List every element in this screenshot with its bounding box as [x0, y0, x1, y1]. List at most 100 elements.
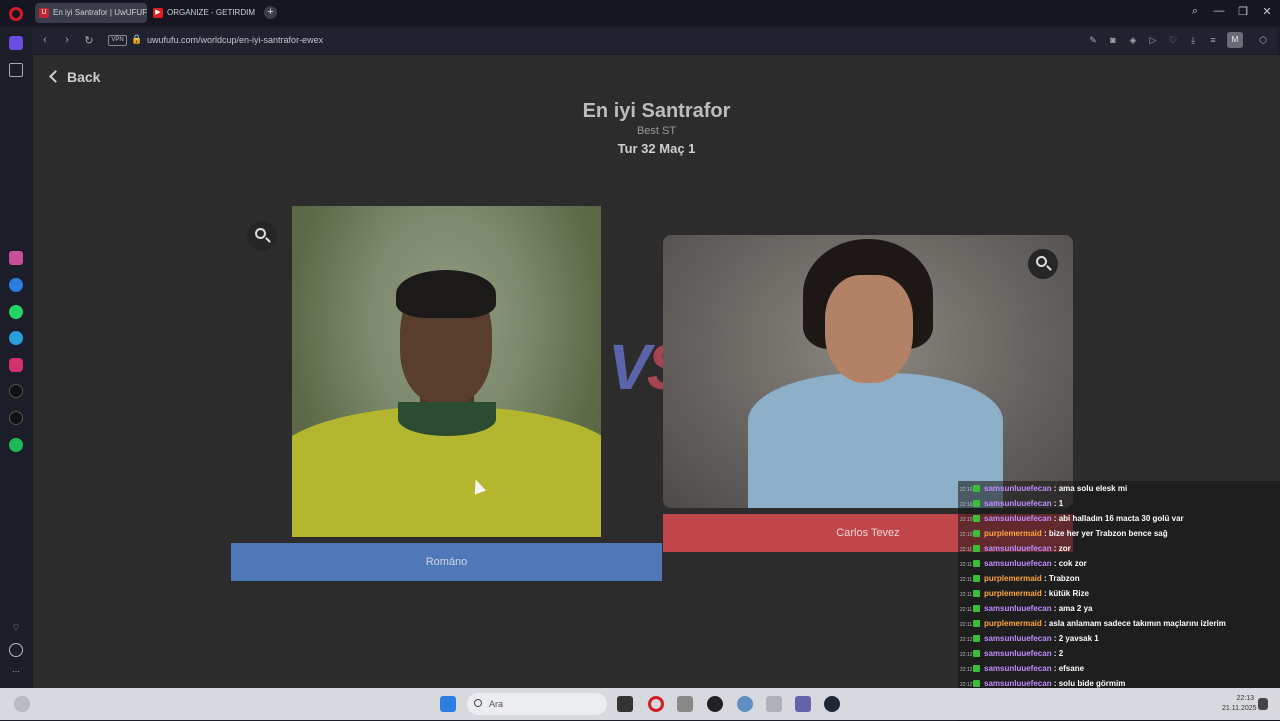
tiktok-icon[interactable]	[9, 384, 23, 398]
chat-message-body: solu bide görmim	[1058, 679, 1126, 688]
chat-message: 22:12 samsunluuefecan : 2 yavsak 1	[958, 631, 1280, 646]
chat-username: purplemermaid	[984, 589, 1042, 598]
windows-taskbar: Ara 22:13 21.11.2025	[0, 688, 1280, 720]
uwufufu-favicon-icon: U	[39, 8, 49, 18]
chat-timestamp: 22:10	[960, 517, 973, 523]
left-candidate-photo[interactable]	[292, 206, 601, 537]
steam-icon[interactable]	[824, 696, 840, 712]
teams-icon[interactable]	[795, 696, 811, 712]
opera-taskbar-icon[interactable]	[648, 696, 664, 712]
system-clock[interactable]: 22:13 21.11.2025	[1222, 694, 1257, 714]
chat-text: : asla anlamam sadece takımın maçlarını …	[1041, 619, 1226, 628]
chat-message: 22:11 purplemermaid : Trabzon	[958, 571, 1280, 586]
telegram-icon[interactable]	[9, 331, 23, 345]
chat-badge-icon	[973, 500, 980, 507]
tab-en-iyi-santrafor[interactable]: U En iyi Santrafor | UwUFUFU	[35, 3, 147, 23]
tab-label: En iyi Santrafor | UwUFUFU	[53, 8, 147, 17]
folder-icon[interactable]	[766, 696, 782, 712]
spotify-icon[interactable]	[9, 438, 23, 452]
chat-badge-icon	[973, 620, 980, 627]
chat-timestamp: 22:11	[960, 622, 973, 628]
chat-timestamp: 22:11	[960, 547, 973, 553]
zoom-ring	[255, 228, 266, 239]
weather-icon[interactable]	[14, 696, 30, 712]
url-field[interactable]: uwufufu.com/worldcup/en-iyi-santrafor-ew…	[147, 35, 323, 45]
chat-timestamp: 22:10	[960, 487, 973, 493]
notification-icon[interactable]	[1258, 698, 1268, 710]
chat-badge-icon	[973, 560, 980, 567]
opera-logo-icon[interactable]	[9, 7, 23, 21]
new-tab-button[interactable]: +	[264, 6, 277, 19]
windows-start-icon[interactable]	[440, 696, 456, 712]
photo-hair	[396, 270, 496, 318]
chat-message: 22:11 purplemermaid : asla anlamam sadece…	[958, 616, 1280, 631]
stream-chat-overlay: 22:10 samsunluuefecan : ama solu elesk mi…	[958, 481, 1280, 721]
forward-nav-icon[interactable]: ›	[60, 34, 74, 46]
chat-timestamp: 22:11	[960, 577, 973, 583]
chat-message-body: 1	[1058, 499, 1064, 508]
clock-time: 22:13	[1236, 695, 1254, 702]
photo-collar	[398, 402, 496, 436]
reload-icon[interactable]: ↻	[82, 34, 96, 47]
round-indicator: Tur 32 Maç 1	[617, 141, 696, 156]
more-icon[interactable]: ⋯	[9, 665, 23, 679]
profile-avatar[interactable]: M	[1227, 32, 1243, 48]
photo-face	[825, 275, 913, 383]
chat-message-body: cok zor	[1058, 559, 1087, 568]
back-button[interactable]: Back	[49, 69, 100, 85]
chat-text: : solu bide görmim	[1051, 679, 1126, 688]
chat-message: 22:10 samsunluuefecan : 1	[958, 496, 1280, 511]
chat-badge-icon	[973, 680, 980, 687]
chat-text: : kütük Rize	[1041, 589, 1089, 598]
chat-username: samsunluuefecan	[984, 514, 1052, 523]
browser-tab-bar: U En iyi Santrafor | UwUFUFU ▶ ORGANIZE …	[0, 0, 1280, 26]
back-nav-icon[interactable]: ‹	[38, 34, 52, 46]
edit-icon[interactable]: ✎	[1087, 35, 1099, 46]
chat-message: 22:11 samsunluuefecan : zor	[958, 541, 1280, 556]
search-tabs-icon[interactable]: ⌕	[1187, 5, 1203, 18]
history-icon[interactable]	[9, 643, 23, 657]
heart-icon[interactable]: ♡	[1167, 35, 1179, 46]
speed-dial-icon[interactable]	[9, 63, 23, 77]
aria-icon[interactable]	[9, 251, 23, 265]
left-zoom-icon[interactable]	[247, 221, 277, 251]
minimize-icon[interactable]: —	[1211, 5, 1227, 17]
vpn-badge[interactable]: VPN	[108, 35, 127, 46]
shield-icon[interactable]: ◈	[1127, 35, 1139, 46]
chat-message: 22:10 purplemermaid : bize her yer Trabzo…	[958, 526, 1280, 541]
taskbar-search[interactable]: Ara	[467, 693, 607, 715]
tab-organize[interactable]: ▶ ORGANIZE - GETIRDIM	[149, 3, 257, 23]
chat-text: : ama 2 ya	[1051, 604, 1093, 613]
chat-text: : abi halladın 16 macta 30 golü var	[1051, 514, 1184, 523]
right-zoom-icon[interactable]	[1028, 249, 1058, 279]
chat-message-body: ama 2 ya	[1058, 604, 1093, 613]
home-icon[interactable]	[9, 36, 23, 50]
left-choice-button[interactable]: Románo	[231, 543, 662, 581]
chat-message-body: 2	[1058, 649, 1064, 658]
whatsapp-icon[interactable]	[9, 305, 23, 319]
task-view-icon[interactable]	[617, 696, 633, 712]
notepad-icon[interactable]	[677, 696, 693, 712]
menu-icon[interactable]: ≡	[1207, 35, 1219, 45]
instagram-icon[interactable]	[9, 358, 23, 372]
lock-icon[interactable]: 🔒	[131, 34, 142, 45]
taskbar-search-placeholder: Ara	[489, 699, 504, 709]
clock-date: 21.11.2025	[1222, 705, 1257, 712]
favorites-heart-icon[interactable]: ♡	[9, 621, 23, 635]
chat-message: 22:12 samsunluuefecan : 2	[958, 646, 1280, 661]
settings-gear-icon[interactable]	[737, 696, 753, 712]
chat-message: 22:11 samsunluuefecan : cok zor	[958, 556, 1280, 571]
play-icon[interactable]: ▷	[1147, 35, 1159, 46]
close-icon[interactable]: ✕	[1259, 5, 1275, 18]
chat-timestamp: 22:11	[960, 592, 973, 598]
right-candidate-photo[interactable]	[663, 235, 1073, 508]
obs-icon[interactable]	[707, 696, 723, 712]
restore-icon[interactable]: ❐	[1235, 5, 1251, 18]
extensions-icon[interactable]: ⬡	[1257, 35, 1269, 46]
chat-username: samsunluuefecan	[984, 499, 1052, 508]
x-icon[interactable]	[9, 411, 23, 425]
messenger-icon[interactable]	[9, 278, 23, 292]
download-icon[interactable]: ⤓	[1187, 35, 1199, 46]
camera-icon[interactable]: ◙	[1107, 35, 1119, 45]
chat-message-body: ama solu elesk mi	[1058, 484, 1128, 493]
